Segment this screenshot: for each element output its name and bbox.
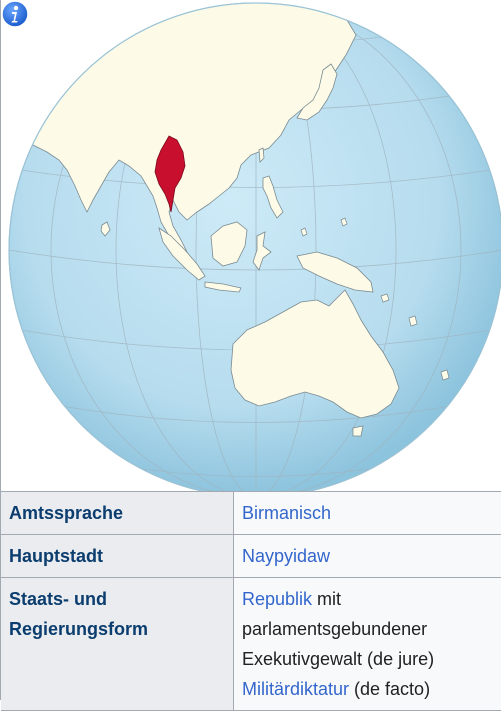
row-staatsform: Staats- und Regierungsform Republik mit … xyxy=(1,578,501,711)
link-birmanisch[interactable]: Birmanisch xyxy=(242,503,331,523)
label-staatsform-line1: Staats- und xyxy=(9,584,225,614)
value-line-2: parlamentsgebundener xyxy=(242,614,494,644)
row-amtssprache: Amtssprache Birmanisch xyxy=(1,492,501,535)
value-line-3: Exekutivgewalt (de jure) xyxy=(242,644,494,674)
label-hauptstadt: Hauptstadt xyxy=(1,535,234,578)
label-staatsform-line2: Regierungsform xyxy=(9,614,225,644)
label-staatsform: Staats- und Regierungsform xyxy=(1,578,234,711)
info-icon[interactable] xyxy=(1,0,29,28)
link-naypyidaw[interactable]: Naypyidaw xyxy=(242,546,330,566)
link-republik[interactable]: Republik xyxy=(242,589,312,609)
value-staatsform: Republik mit parlamentsgebundener Exekut… xyxy=(234,578,501,711)
globe-map xyxy=(1,0,501,492)
value-amtssprache: Birmanisch xyxy=(234,492,501,535)
tasmania xyxy=(353,426,363,436)
link-militaerdiktatur[interactable]: Militärdiktatur xyxy=(242,679,349,699)
text-de-facto: (de facto) xyxy=(349,679,430,699)
value-hauptstadt: Naypyidaw xyxy=(234,535,501,578)
label-amtssprache: Amtssprache xyxy=(1,492,234,535)
infobox: Amtssprache Birmanisch Hauptstadt Naypyi… xyxy=(0,0,501,700)
text-mit: mit xyxy=(312,589,341,609)
row-hauptstadt: Hauptstadt Naypyidaw xyxy=(1,535,501,578)
infobox-table: Amtssprache Birmanisch Hauptstadt Naypyi… xyxy=(1,492,501,711)
locator-map[interactable] xyxy=(1,0,501,492)
value-line-1: Republik mit xyxy=(242,584,494,614)
